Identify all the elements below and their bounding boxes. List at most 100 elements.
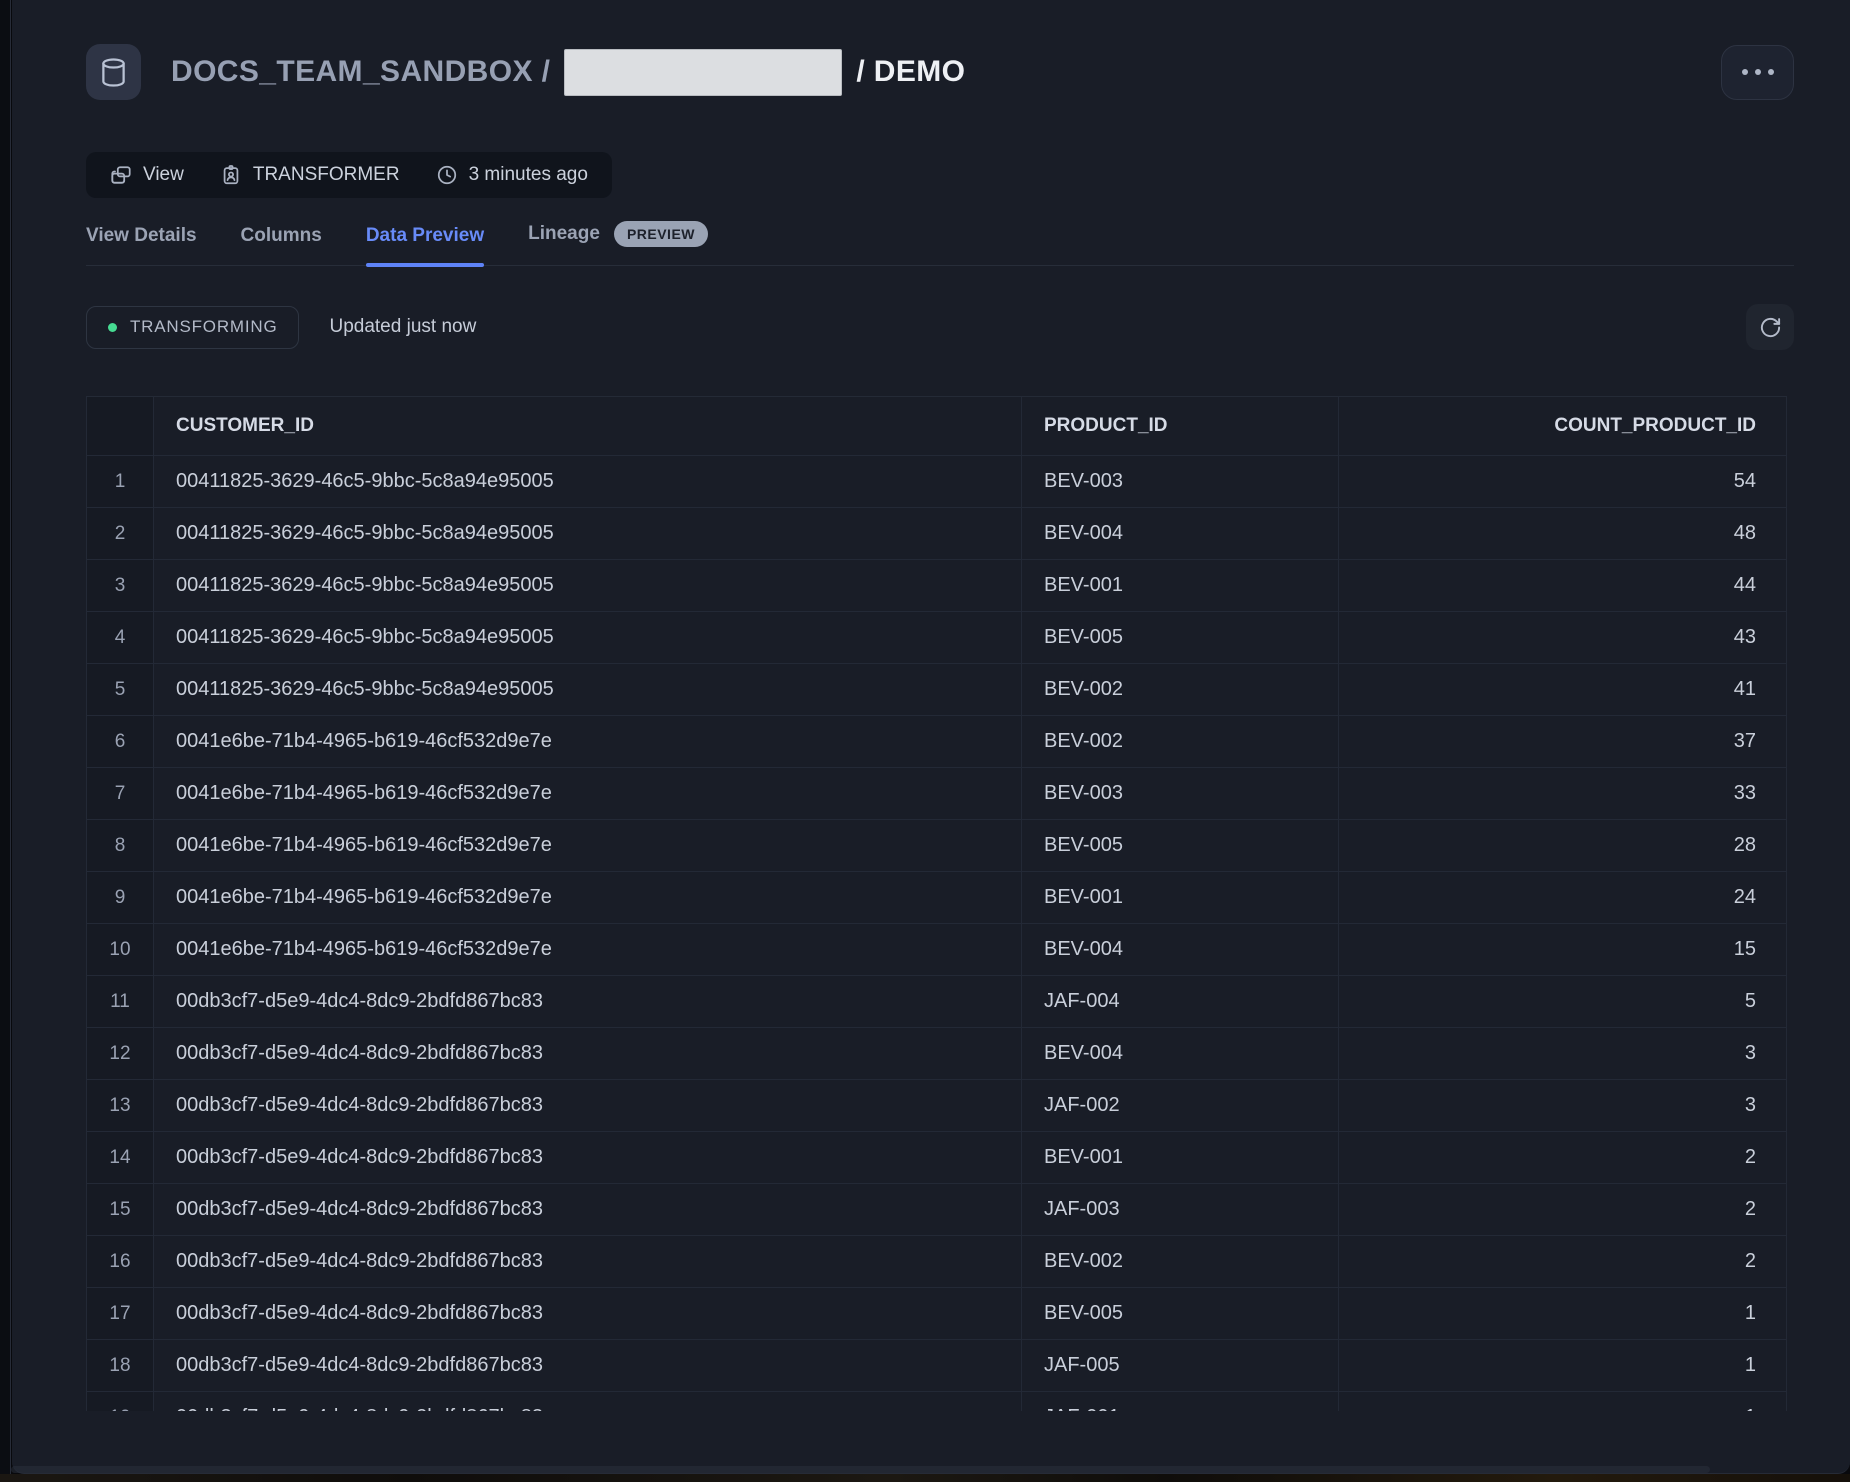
product-id-cell: BEV-001	[1022, 872, 1339, 924]
count-cell: 3	[1339, 1080, 1787, 1132]
detail-panel: DOCS_TEAM_SANDBOX / / DEMO Vie	[12, 0, 1850, 1474]
row-number-cell: 1	[87, 456, 154, 508]
clock-icon	[436, 164, 458, 186]
product-id-cell: BEV-002	[1022, 716, 1339, 768]
row-number-cell: 8	[87, 820, 154, 872]
customer-id-cell: 00db3cf7-d5e9-4dc4-8dc9-2bdfd867bc83	[154, 1028, 1022, 1080]
product-id-cell: BEV-001	[1022, 1132, 1339, 1184]
customer-id-header: CUSTOMER_ID	[154, 397, 1022, 456]
table-row: 1600db3cf7-d5e9-4dc4-8dc9-2bdfd867bc83BE…	[87, 1236, 1787, 1288]
row-number-header	[87, 397, 154, 456]
count-cell: 54	[1339, 456, 1787, 508]
count-cell: 41	[1339, 664, 1787, 716]
object-type-badge: View	[110, 164, 184, 186]
table-row: 500411825-3629-46c5-9bbc-5c8a94e95005BEV…	[87, 664, 1787, 716]
product-id-cell: BEV-005	[1022, 1288, 1339, 1340]
product-id-cell: BEV-002	[1022, 1236, 1339, 1288]
database-schema-path: DOCS_TEAM_SANDBOX /	[171, 55, 550, 89]
count-cell: 48	[1339, 508, 1787, 560]
customer-id-cell: 00db3cf7-d5e9-4dc4-8dc9-2bdfd867bc83	[154, 1132, 1022, 1184]
row-number-cell: 12	[87, 1028, 154, 1080]
count-cell: 2	[1339, 1132, 1787, 1184]
customer-id-cell: 0041e6be-71b4-4965-b619-46cf532d9e7e	[154, 820, 1022, 872]
customer-id-cell: 0041e6be-71b4-4965-b619-46cf532d9e7e	[154, 716, 1022, 768]
customer-id-cell: 00411825-3629-46c5-9bbc-5c8a94e95005	[154, 612, 1022, 664]
row-number-cell: 10	[87, 924, 154, 976]
customer-id-cell: 00db3cf7-d5e9-4dc4-8dc9-2bdfd867bc83	[154, 1340, 1022, 1392]
row-number-cell: 6	[87, 716, 154, 768]
customer-id-cell: 0041e6be-71b4-4965-b619-46cf532d9e7e	[154, 924, 1022, 976]
meta-bar: View TRANSFORMER 3 min	[86, 152, 612, 198]
customer-id-cell: 00db3cf7-d5e9-4dc4-8dc9-2bdfd867bc83	[154, 1392, 1022, 1412]
view-icon	[110, 164, 132, 186]
tab-columns[interactable]: Columns	[241, 225, 322, 265]
table-row: 100411825-3629-46c5-9bbc-5c8a94e95005BEV…	[87, 456, 1787, 508]
product-id-cell: JAF-001	[1022, 1392, 1339, 1412]
row-number-cell: 9	[87, 872, 154, 924]
page-title: DOCS_TEAM_SANDBOX / / DEMO	[171, 49, 965, 96]
customer-id-cell: 00db3cf7-d5e9-4dc4-8dc9-2bdfd867bc83	[154, 1236, 1022, 1288]
tab-view-details[interactable]: View Details	[86, 225, 197, 265]
product-id-cell: JAF-004	[1022, 976, 1339, 1028]
product-id-cell: BEV-003	[1022, 456, 1339, 508]
age-label: 3 minutes ago	[469, 164, 588, 186]
row-number-cell: 14	[87, 1132, 154, 1184]
count-cell: 44	[1339, 560, 1787, 612]
count-cell: 28	[1339, 820, 1787, 872]
tab-lineage[interactable]: Lineage PREVIEW	[528, 221, 708, 265]
horizontal-scrollbar[interactable]	[11, 1466, 1710, 1473]
product-id-cell: JAF-003	[1022, 1184, 1339, 1236]
count-cell: 1	[1339, 1392, 1787, 1412]
app-screen: DOCS_TEAM_SANDBOX / / DEMO Vie	[0, 0, 1850, 1482]
table-row: 70041e6be-71b4-4965-b619-46cf532d9e7eBEV…	[87, 768, 1787, 820]
table-row: 90041e6be-71b4-4965-b619-46cf532d9e7eBEV…	[87, 872, 1787, 924]
customer-id-cell: 00411825-3629-46c5-9bbc-5c8a94e95005	[154, 508, 1022, 560]
product-id-cell: BEV-005	[1022, 612, 1339, 664]
table-row: 1900db3cf7-d5e9-4dc4-8dc9-2bdfd867bc83JA…	[87, 1392, 1787, 1412]
row-number-cell: 19	[87, 1392, 154, 1412]
table-header-row: CUSTOMER_ID PRODUCT_ID COUNT_PRODUCT_ID	[87, 397, 1787, 456]
table-row: 60041e6be-71b4-4965-b619-46cf532d9e7eBEV…	[87, 716, 1787, 768]
customer-id-cell: 00411825-3629-46c5-9bbc-5c8a94e95005	[154, 456, 1022, 508]
data-preview-table-container[interactable]: CUSTOMER_ID PRODUCT_ID COUNT_PRODUCT_ID …	[86, 396, 1794, 1411]
row-number-cell: 4	[87, 612, 154, 664]
count-cell: 5	[1339, 976, 1787, 1028]
count-cell: 33	[1339, 768, 1787, 820]
left-gutter	[0, 0, 11, 1474]
table-row: 100041e6be-71b4-4965-b619-46cf532d9e7eBE…	[87, 924, 1787, 976]
table-row: 1300db3cf7-d5e9-4dc4-8dc9-2bdfd867bc83JA…	[87, 1080, 1787, 1132]
table-row: 200411825-3629-46c5-9bbc-5c8a94e95005BEV…	[87, 508, 1787, 560]
count-cell: 1	[1339, 1288, 1787, 1340]
table-row: 1100db3cf7-d5e9-4dc4-8dc9-2bdfd867bc83JA…	[87, 976, 1787, 1028]
tab-bar: View Details Columns Data Preview Lineag…	[86, 218, 1794, 266]
more-actions-button[interactable]	[1721, 45, 1794, 100]
row-number-cell: 2	[87, 508, 154, 560]
data-preview-table: CUSTOMER_ID PRODUCT_ID COUNT_PRODUCT_ID …	[86, 396, 1787, 1411]
row-number-cell: 18	[87, 1340, 154, 1392]
status-dot-icon	[108, 323, 117, 332]
refresh-button[interactable]	[1746, 304, 1794, 350]
customer-id-cell: 00db3cf7-d5e9-4dc4-8dc9-2bdfd867bc83	[154, 1288, 1022, 1340]
table-row: 1500db3cf7-d5e9-4dc4-8dc9-2bdfd867bc83JA…	[87, 1184, 1787, 1236]
customer-id-cell: 00db3cf7-d5e9-4dc4-8dc9-2bdfd867bc83	[154, 1184, 1022, 1236]
row-number-cell: 3	[87, 560, 154, 612]
count-cell: 2	[1339, 1184, 1787, 1236]
count-cell: 3	[1339, 1028, 1787, 1080]
row-number-cell: 5	[87, 664, 154, 716]
refresh-icon	[1759, 316, 1782, 339]
customer-id-cell: 0041e6be-71b4-4965-b619-46cf532d9e7e	[154, 872, 1022, 924]
updated-text: Updated just now	[329, 316, 476, 338]
table-row: 300411825-3629-46c5-9bbc-5c8a94e95005BEV…	[87, 560, 1787, 612]
status-label: TRANSFORMING	[130, 317, 277, 337]
customer-id-cell: 00411825-3629-46c5-9bbc-5c8a94e95005	[154, 664, 1022, 716]
customer-id-cell: 00411825-3629-46c5-9bbc-5c8a94e95005	[154, 560, 1022, 612]
database-icon	[86, 44, 141, 100]
table-row: 1200db3cf7-d5e9-4dc4-8dc9-2bdfd867bc83BE…	[87, 1028, 1787, 1080]
role-label: TRANSFORMER	[253, 164, 400, 186]
tab-data-preview[interactable]: Data Preview	[366, 225, 484, 265]
object-type-label: View	[143, 164, 184, 186]
count-cell: 2	[1339, 1236, 1787, 1288]
row-number-cell: 15	[87, 1184, 154, 1236]
object-name: / DEMO	[856, 55, 965, 89]
last-updated-badge: 3 minutes ago	[436, 164, 588, 186]
